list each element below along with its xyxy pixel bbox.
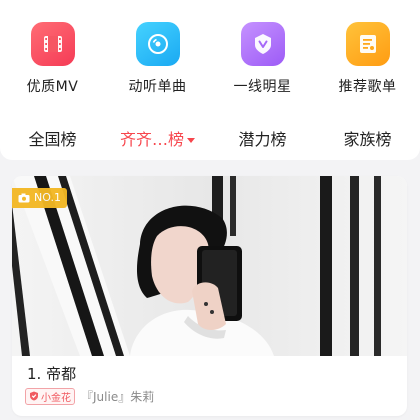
chart-tabs: 全国榜 齐齐…榜 潜力榜 家族榜 (0, 118, 420, 158)
quick-action-label: 优质MV (26, 79, 79, 95)
top-panel: 优质MV 动听单曲 一线明星 推荐歌单 全国榜 齐齐…榜 潜力榜 家族榜 (0, 0, 420, 160)
cover-photo[interactable]: NO.1 (12, 176, 407, 356)
tab-label: 家族榜 (343, 130, 392, 149)
tab-label: 潜力榜 (238, 130, 287, 149)
quick-action-label: 动听单曲 (128, 79, 187, 95)
shield-icon (30, 391, 38, 401)
song-meta: 小金花 『Julie』朱莉 (25, 386, 154, 406)
tab-qiqi[interactable]: 齐齐…榜 (105, 126, 210, 150)
tab-potential[interactable]: 潜力榜 (210, 126, 315, 150)
film-icon (30, 22, 75, 66)
quick-action-single[interactable]: 动听单曲 (105, 18, 210, 98)
tab-label: 齐齐…榜 (119, 130, 184, 149)
camera-icon (18, 193, 30, 203)
host-tag: 小金花 (25, 387, 75, 405)
song-artist: 『Julie』朱莉 (81, 389, 155, 404)
tab-national[interactable]: 全国榜 (0, 126, 105, 150)
playlist-icon (345, 22, 390, 66)
rank-badge: NO.1 (12, 188, 67, 208)
quick-actions: 优质MV 动听单曲 一线明星 推荐歌单 (0, 18, 420, 98)
tab-family[interactable]: 家族榜 (315, 126, 420, 150)
quick-action-recommend[interactable]: 推荐歌单 (315, 18, 420, 98)
caret-down-icon (187, 138, 195, 143)
quick-action-mv[interactable]: 优质MV (0, 18, 105, 98)
quick-action-star[interactable]: 一线明星 (210, 18, 315, 98)
host-tag-label: 小金花 (41, 392, 71, 404)
star-badge-icon (240, 22, 285, 66)
ranking-card[interactable]: NO.1 1. 帝都 小金花 『Julie』朱莉 (12, 176, 407, 416)
quick-action-label: 推荐歌单 (338, 79, 397, 95)
rank-badge-label: NO.1 (34, 191, 61, 204)
song-title: 1. 帝都 (27, 365, 77, 383)
tab-label: 全国榜 (28, 130, 77, 149)
quick-action-label: 一线明星 (233, 79, 292, 95)
disc-icon (135, 22, 180, 66)
